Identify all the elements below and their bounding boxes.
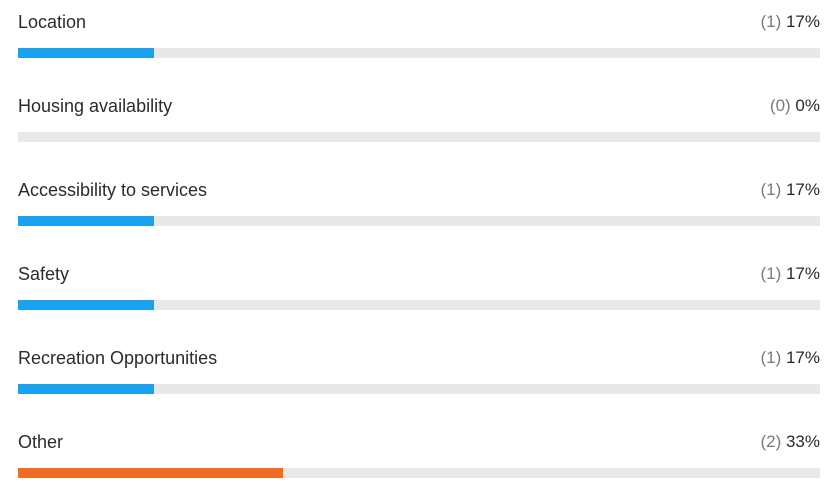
result-row-other: Other (2) 33% <box>18 422 820 484</box>
vote-count: (1) <box>760 180 782 199</box>
result-row-location: Location (1) 17% <box>18 2 820 64</box>
progress-track <box>18 132 820 142</box>
progress-track <box>18 216 820 226</box>
progress-track <box>18 48 820 58</box>
result-row-accessibility-to-services: Accessibility to services (1) 17% <box>18 170 820 232</box>
progress-fill <box>18 300 155 310</box>
option-stat: (0) 0% <box>770 94 820 118</box>
option-label: Other <box>18 432 64 452</box>
progress-track <box>18 300 820 310</box>
option-stat: (1) 17% <box>760 10 820 34</box>
option-stat: (1) 17% <box>760 262 820 286</box>
vote-count: (1) <box>760 12 782 31</box>
poll-results: Location (1) 17% Housing availability (0… <box>0 0 827 478</box>
vote-percent: 17% <box>785 264 820 283</box>
option-label: Accessibility to services <box>18 180 208 200</box>
option-stat: (1) 17% <box>760 346 820 370</box>
result-row-recreation-opportunities: Recreation Opportunities (1) 17% <box>18 338 820 400</box>
result-row-safety: Safety (1) 17% <box>18 254 820 316</box>
option-stat: (2) 33% <box>760 430 820 454</box>
vote-count: (1) <box>760 348 782 367</box>
progress-fill <box>18 48 155 58</box>
progress-fill <box>18 216 155 226</box>
vote-percent: 17% <box>785 348 820 367</box>
vote-count: (2) <box>760 432 782 451</box>
option-label: Safety <box>18 264 70 284</box>
progress-track <box>18 468 820 478</box>
option-label: Location <box>18 12 87 32</box>
option-label: Recreation Opportunities <box>18 348 218 368</box>
option-label: Housing availability <box>18 96 173 116</box>
progress-fill <box>18 468 283 478</box>
option-stat: (1) 17% <box>760 178 820 202</box>
vote-percent: 17% <box>785 12 820 31</box>
result-row-housing-availability: Housing availability (0) 0% <box>18 86 820 148</box>
vote-count: (0) <box>769 96 791 115</box>
vote-percent: 0% <box>795 96 820 115</box>
progress-track <box>18 384 820 394</box>
vote-count: (1) <box>760 264 782 283</box>
vote-percent: 17% <box>785 180 820 199</box>
vote-percent: 33% <box>785 432 820 451</box>
progress-fill <box>18 384 155 394</box>
